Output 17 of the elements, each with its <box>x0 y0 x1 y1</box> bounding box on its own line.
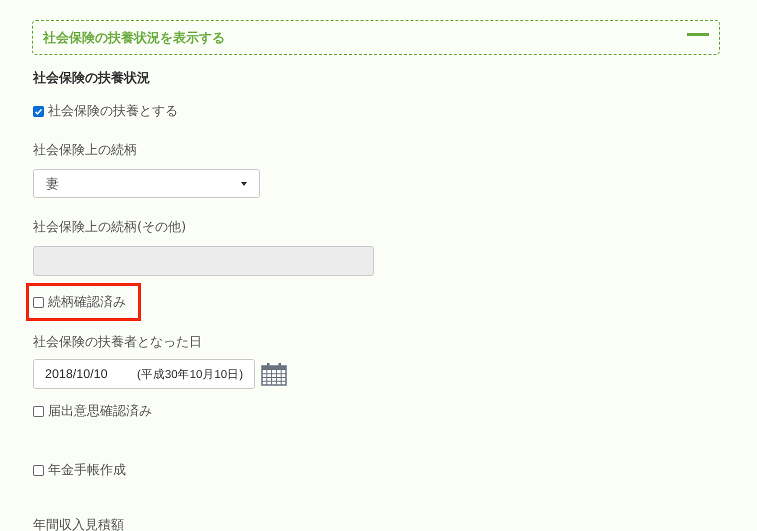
checkbox[interactable] <box>33 296 44 308</box>
relationship-dropdown[interactable]: 妻 <box>33 169 260 198</box>
field-label: 社会保険上の続柄(その他) <box>33 219 188 237</box>
checkbox[interactable] <box>33 464 44 476</box>
date-field[interactable]: 2018/10/10 (平成30年10月10日) <box>33 359 255 389</box>
checkbox-label: 社会保険の扶養とする <box>48 103 178 120</box>
checkbox-label: 届出意思確認済み <box>48 403 152 420</box>
field-label: 社会保険上の続柄 <box>33 142 138 160</box>
caret-icon <box>241 182 247 186</box>
field-label: 年間収入見積額 <box>33 517 125 531</box>
section-heading: 社会保険の扶養状況 <box>33 70 151 88</box>
field-label: 社会保険の扶養者となった日 <box>33 334 203 352</box>
checkbox-label: 年金手帳作成 <box>48 462 126 479</box>
checkbox[interactable] <box>33 406 44 416</box>
checkbox[interactable] <box>33 106 44 116</box>
checkbox-label: 続柄確認済み <box>48 294 126 311</box>
calendar-icon[interactable] <box>261 362 287 386</box>
